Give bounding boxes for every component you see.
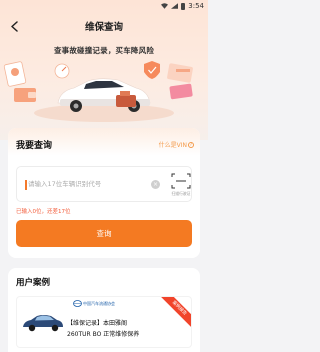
wifi-icon	[161, 3, 169, 9]
input-hint: 已输入0位，还差17位	[16, 209, 71, 215]
text-cursor	[25, 180, 27, 190]
hero-illustration	[3, 61, 193, 122]
query-card: 我要查询 什么是VIN ? × 扫描行驶证 已输入0位，还差17位 查询	[8, 128, 200, 258]
vin-help-label: 什么是VIN	[158, 142, 187, 149]
scan-button[interactable]: 扫描行驶证	[169, 171, 193, 199]
signal-icon	[171, 3, 179, 9]
user-cases-section: 用户案例 中国汽车流通协会 【维保记录】本田雅阁 260TUR BO 正常维修保…	[8, 268, 200, 352]
status-bar: 3:54	[0, 0, 208, 12]
nav-bar: 维保查询	[0, 14, 208, 38]
query-button[interactable]: 查询	[16, 220, 192, 247]
status-time: 3:54	[188, 2, 204, 10]
vin-input[interactable]	[28, 177, 148, 191]
wallet-icon	[14, 88, 36, 102]
scan-label: 扫描行驶证	[171, 191, 191, 196]
association-logo-icon	[73, 300, 82, 307]
document-icon	[3, 61, 27, 87]
cases-title: 用户案例	[16, 278, 51, 288]
clear-icon[interactable]: ×	[151, 180, 160, 189]
gauge-icon	[54, 63, 70, 79]
case-car-image	[23, 315, 63, 332]
cards-icon	[167, 63, 193, 100]
vin-help-link[interactable]: 什么是VIN ?	[159, 140, 194, 149]
case-logo-text: 中国汽车流通协会	[83, 301, 115, 306]
scan-icon	[171, 173, 191, 189]
query-title: 我要查询	[16, 141, 53, 151]
vin-input-box: × 扫描行驶证	[16, 166, 192, 202]
page-title: 维保查询	[84, 22, 123, 33]
case-report-ribbon: 案例报告	[158, 297, 191, 329]
question-icon: ?	[188, 141, 194, 148]
case-card[interactable]: 中国汽车流通协会 【维保记录】本田雅阁 260TUR BO 正常维修保养 案例报…	[16, 296, 192, 348]
battery-icon	[181, 2, 186, 10]
shield-icon	[144, 61, 160, 79]
case-title: 【维保记录】本田雅阁	[67, 320, 128, 327]
case-subtitle: 260TUR BO 正常维修保养	[67, 331, 140, 338]
